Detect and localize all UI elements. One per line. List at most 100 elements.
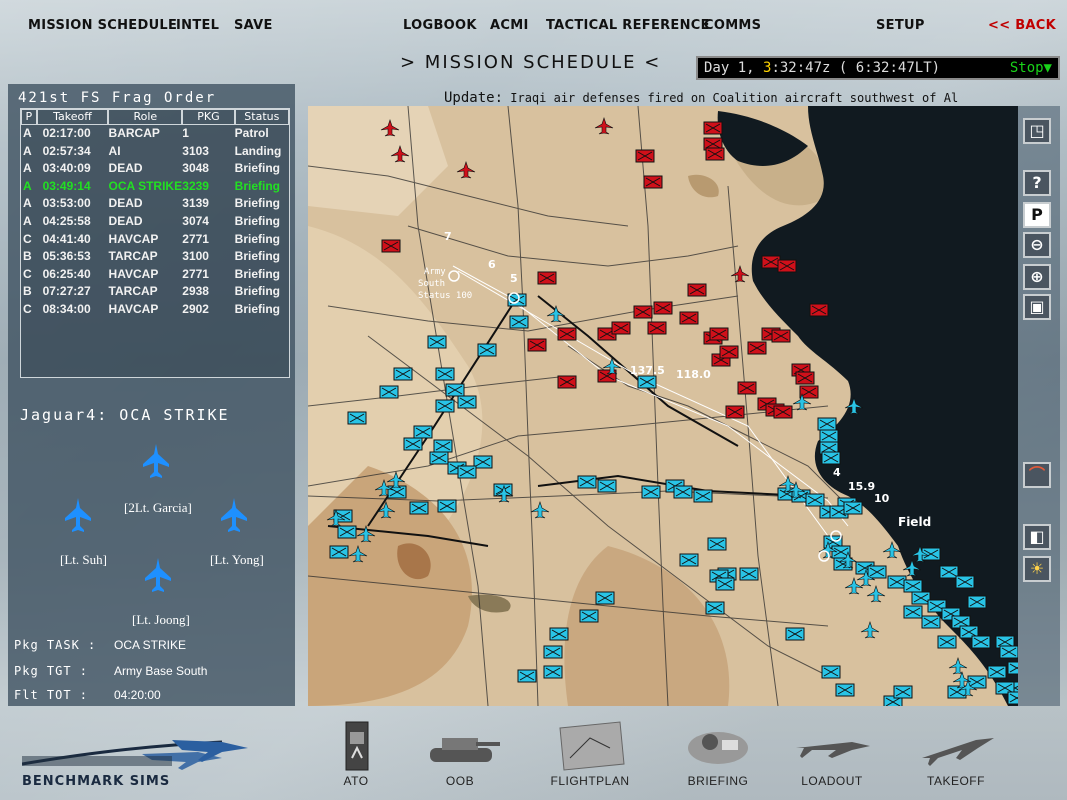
friendly-unit-icon[interactable] bbox=[693, 489, 713, 503]
campaign-map[interactable]: 137.5 118.0 15.9 10 4 7 6 5 Field Army S… bbox=[308, 106, 1018, 706]
friendly-unit-icon[interactable] bbox=[437, 499, 457, 513]
enemy-unit-icon[interactable] bbox=[809, 303, 829, 317]
friendly-unit-icon[interactable] bbox=[967, 595, 987, 609]
enemy-unit-icon[interactable] bbox=[687, 283, 707, 297]
friendly-unit-icon[interactable] bbox=[835, 683, 855, 697]
table-row[interactable]: A 02:17:00 BARCAP 1 Patrol bbox=[21, 125, 289, 143]
friendly-unit-icon[interactable] bbox=[805, 493, 825, 507]
enemy-unit-icon[interactable] bbox=[635, 149, 655, 163]
friendly-unit-icon[interactable] bbox=[549, 627, 569, 641]
enemy-unit-icon[interactable] bbox=[709, 327, 729, 341]
friendly-unit-icon[interactable] bbox=[393, 367, 413, 381]
friendly-unit-icon[interactable] bbox=[403, 437, 423, 451]
enemy-unit-icon[interactable] bbox=[761, 255, 781, 269]
map-canvas[interactable]: 137.5 118.0 15.9 10 4 7 6 5 Field Army S… bbox=[308, 106, 1018, 706]
friendly-unit-icon[interactable] bbox=[409, 501, 429, 515]
friendly-unit-icon[interactable] bbox=[427, 335, 447, 349]
friendly-unit-icon[interactable] bbox=[937, 635, 957, 649]
time-compression-dropdown[interactable]: Stop▼ bbox=[1010, 58, 1052, 78]
enemy-unit-icon[interactable] bbox=[537, 271, 557, 285]
nav-briefing[interactable]: BRIEFING bbox=[668, 710, 768, 800]
friendly-unit-icon[interactable] bbox=[579, 609, 599, 623]
table-row[interactable]: C 06:25:40 HAVCAP 2771 Briefing bbox=[21, 266, 289, 284]
friendly-unit-icon[interactable] bbox=[817, 417, 837, 431]
layer-icon[interactable]: ◧ bbox=[1023, 524, 1051, 550]
friendly-unit-icon[interactable] bbox=[921, 615, 941, 629]
enemy-unit-icon[interactable] bbox=[527, 338, 547, 352]
table-row[interactable]: A 04:25:58 DEAD 3074 Briefing bbox=[21, 213, 289, 231]
table-row[interactable]: A 03:53:00 DEAD 3139 Briefing bbox=[21, 195, 289, 213]
friendly-unit-icon[interactable] bbox=[347, 411, 367, 425]
friendly-unit-icon[interactable] bbox=[903, 605, 923, 619]
nav-loadout[interactable]: LOADOUT bbox=[782, 710, 882, 800]
menu-acmi[interactable]: ACMI bbox=[490, 18, 529, 33]
column-header[interactable]: Role bbox=[108, 109, 183, 125]
column-header[interactable]: P bbox=[21, 109, 37, 125]
back-button[interactable]: << BACK bbox=[988, 18, 1056, 33]
enemy-unit-icon[interactable] bbox=[557, 375, 577, 389]
enemy-unit-icon[interactable] bbox=[737, 381, 757, 395]
friendly-unit-icon[interactable] bbox=[785, 627, 805, 641]
help-icon[interactable]: ? bbox=[1023, 170, 1051, 196]
friendly-unit-icon[interactable] bbox=[509, 315, 529, 329]
nav-takeoff[interactable]: TAKEOFF bbox=[906, 710, 1006, 800]
enemy-unit-icon[interactable] bbox=[679, 311, 699, 325]
table-row[interactable]: B 07:27:27 TARCAP 2938 Briefing bbox=[21, 283, 289, 301]
jet-icon[interactable] bbox=[142, 444, 170, 480]
jet-icon[interactable] bbox=[220, 498, 248, 534]
enemy-unit-icon[interactable] bbox=[725, 405, 745, 419]
friendly-unit-icon[interactable] bbox=[435, 399, 455, 413]
friendly-unit-icon[interactable] bbox=[597, 479, 617, 493]
friendly-unit-icon[interactable] bbox=[429, 451, 449, 465]
friendly-unit-icon[interactable] bbox=[433, 439, 453, 453]
menu-setup[interactable]: SETUP bbox=[876, 18, 925, 33]
friendly-unit-icon[interactable] bbox=[911, 591, 931, 605]
enemy-unit-icon[interactable] bbox=[611, 321, 631, 335]
nav-oob[interactable]: OOB bbox=[410, 710, 510, 800]
friendly-unit-icon[interactable] bbox=[477, 343, 497, 357]
friendly-unit-icon[interactable] bbox=[867, 565, 887, 579]
friendly-unit-icon[interactable] bbox=[1007, 691, 1018, 705]
weather-icon[interactable]: ☀ bbox=[1023, 556, 1051, 582]
table-row[interactable]: B 05:36:53 TARCAP 3100 Briefing bbox=[21, 248, 289, 266]
friendly-unit-icon[interactable] bbox=[387, 485, 407, 499]
enemy-unit-icon[interactable] bbox=[777, 259, 797, 273]
friendly-unit-icon[interactable] bbox=[903, 579, 923, 593]
table-row[interactable]: C 04:41:40 HAVCAP 2771 Briefing bbox=[21, 231, 289, 249]
menu-save[interactable]: SAVE bbox=[234, 18, 273, 33]
friendly-unit-icon[interactable] bbox=[543, 645, 563, 659]
friendly-unit-icon[interactable] bbox=[679, 553, 699, 567]
column-header[interactable]: Takeoff bbox=[36, 109, 109, 125]
threat-icon[interactable]: ⌒ bbox=[1023, 462, 1051, 488]
friendly-unit-icon[interactable] bbox=[457, 395, 477, 409]
table-row[interactable]: A 03:40:09 DEAD 3048 Briefing bbox=[21, 160, 289, 178]
friendly-unit-icon[interactable] bbox=[707, 537, 727, 551]
friendly-unit-icon[interactable] bbox=[457, 465, 477, 479]
enemy-unit-icon[interactable] bbox=[771, 329, 791, 343]
table-row[interactable]: A 02:57:34 AI 3103 Landing bbox=[21, 143, 289, 161]
friendly-unit-icon[interactable] bbox=[445, 383, 465, 397]
friendly-unit-icon[interactable] bbox=[577, 475, 597, 489]
enemy-unit-icon[interactable] bbox=[643, 175, 663, 189]
friendly-unit-icon[interactable] bbox=[939, 565, 959, 579]
friendly-unit-icon[interactable] bbox=[673, 485, 693, 499]
column-header[interactable]: PKG bbox=[182, 109, 235, 125]
friendly-unit-icon[interactable] bbox=[507, 293, 527, 307]
jet-icon[interactable] bbox=[144, 558, 172, 594]
friendly-unit-icon[interactable] bbox=[705, 601, 725, 615]
enemy-unit-icon[interactable] bbox=[747, 341, 767, 355]
friendly-unit-icon[interactable] bbox=[517, 669, 537, 683]
friendly-unit-icon[interactable] bbox=[1007, 661, 1018, 675]
friendly-unit-icon[interactable] bbox=[379, 385, 399, 399]
zoom-in-icon[interactable]: ⊕ bbox=[1023, 264, 1051, 290]
friendly-unit-icon[interactable] bbox=[893, 685, 913, 699]
enemy-unit-icon[interactable] bbox=[773, 405, 793, 419]
friendly-unit-icon[interactable] bbox=[413, 425, 433, 439]
jet-icon[interactable] bbox=[64, 498, 92, 534]
center-icon[interactable]: ▣ bbox=[1023, 294, 1051, 320]
friendly-unit-icon[interactable] bbox=[641, 485, 661, 499]
menu-intel[interactable]: INTEL bbox=[176, 18, 219, 33]
zoom-out-icon[interactable]: ⊖ bbox=[1023, 232, 1051, 258]
friendly-unit-icon[interactable] bbox=[821, 451, 841, 465]
p-icon[interactable]: P bbox=[1023, 202, 1051, 228]
